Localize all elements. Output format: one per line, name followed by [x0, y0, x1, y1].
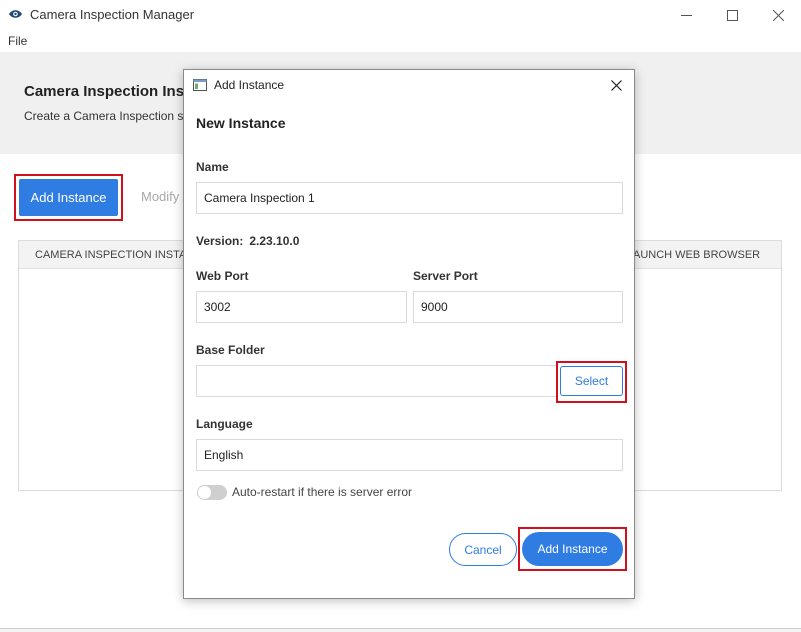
cancel-button[interactable]: Cancel	[449, 533, 517, 566]
dialog-title: Add Instance	[214, 78, 285, 92]
close-icon	[772, 9, 784, 21]
minimize-button[interactable]	[663, 0, 709, 30]
web-port-label: Web Port	[196, 269, 249, 283]
base-folder-label: Base Folder	[196, 343, 265, 357]
maximize-icon	[726, 9, 738, 21]
column-header-instance: CAMERA INSPECTION INSTANC	[35, 249, 203, 261]
server-port-label: Server Port	[413, 269, 478, 283]
name-label: Name	[196, 160, 229, 174]
server-port-input[interactable]: 9000	[413, 291, 623, 323]
toggle-knob	[198, 486, 211, 499]
language-label: Language	[196, 417, 253, 431]
page-title: Camera Inspection Insta	[24, 83, 198, 100]
dialog-add-instance-button[interactable]: Add Instance	[522, 532, 623, 566]
menu-bar: File	[0, 30, 801, 52]
menu-file[interactable]: File	[8, 34, 27, 48]
version-value: 2.23.10.0	[249, 234, 300, 248]
dialog-heading: New Instance	[196, 115, 286, 131]
maximize-button[interactable]	[709, 0, 755, 30]
close-window-button[interactable]	[755, 0, 801, 30]
status-bar	[0, 628, 801, 632]
version-label: Version:	[196, 234, 244, 248]
select-folder-button[interactable]: Select	[560, 366, 623, 396]
dialog-titlebar: Add Instance	[184, 70, 634, 100]
window-icon	[193, 79, 207, 91]
add-instance-button[interactable]: Add Instance	[19, 179, 118, 216]
auto-restart-toggle[interactable]	[197, 485, 227, 500]
close-icon	[610, 79, 622, 91]
window-title: Camera Inspection Manager	[30, 7, 195, 22]
modify-button[interactable]: Modify	[141, 189, 179, 204]
base-folder-input[interactable]	[196, 365, 558, 397]
auto-restart-label: Auto-restart if there is server error	[232, 485, 413, 499]
page-subtitle: Create a Camera Inspection se	[24, 109, 191, 123]
minimize-icon	[680, 14, 692, 16]
window-titlebar: Camera Inspection Manager	[0, 0, 801, 30]
dialog-close-button[interactable]	[606, 75, 626, 95]
web-port-input[interactable]: 3002	[196, 291, 407, 323]
add-instance-dialog: Add Instance New Instance Name Camera In…	[183, 69, 635, 599]
eye-logo-icon	[9, 10, 22, 18]
version-row: Version: 2.23.10.0	[196, 234, 299, 248]
column-header-launch-browser: AUNCH WEB BROWSER	[633, 249, 761, 261]
language-select[interactable]: English	[196, 439, 623, 471]
name-input[interactable]: Camera Inspection 1	[196, 182, 623, 214]
